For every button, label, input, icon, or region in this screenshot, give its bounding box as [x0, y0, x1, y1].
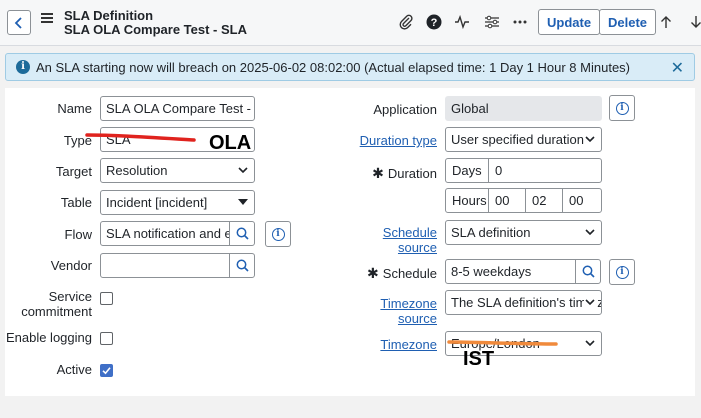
active-checkbox[interactable] — [100, 364, 113, 377]
info-icon: i — [271, 227, 285, 241]
target-value: Resolution — [106, 163, 168, 178]
delete-button[interactable]: Delete — [599, 9, 657, 35]
flow-label: Flow — [64, 227, 92, 242]
search-icon — [236, 259, 249, 272]
schedule-source-label[interactable]: Schedule source — [383, 225, 437, 255]
timezone-source-select[interactable]: The SLA definition's time z — [445, 290, 602, 315]
vendor-label: Vendor — [50, 258, 92, 273]
timezone-source-label[interactable]: Timezone source — [380, 296, 437, 326]
duration-label-text: Duration — [387, 166, 437, 181]
mandatory-icon: ✱ — [367, 265, 379, 281]
days-field[interactable]: 0 — [488, 158, 602, 183]
chevron-left-icon — [14, 16, 22, 29]
target-select[interactable]: Resolution — [100, 158, 255, 183]
alert-message: An SLA starting now will breach on 2025-… — [36, 60, 631, 75]
duration-type-label[interactable]: Duration type — [360, 133, 437, 148]
table-select[interactable]: Incident [incident] — [100, 190, 255, 215]
flow-info-button[interactable]: i — [265, 221, 291, 247]
form-header: SLA Definition SLA OLA Compare Test - SL… — [0, 0, 701, 46]
back-button[interactable] — [7, 10, 31, 35]
timezone-label[interactable]: Timezone — [380, 337, 437, 352]
schedule-value: 8-5 weekdays — [451, 264, 532, 279]
info-icon: i — [615, 101, 629, 115]
chevron-down-icon — [585, 136, 595, 143]
arrow-down-icon[interactable] — [686, 12, 701, 32]
chevron-down-icon — [585, 340, 595, 347]
timezone-source-label-line2: source — [397, 311, 437, 326]
search-icon — [236, 227, 249, 240]
page-footer — [0, 400, 701, 418]
seconds-field[interactable]: 00 — [562, 188, 602, 213]
name-label: Name — [57, 101, 92, 116]
schedule-field[interactable]: 8-5 weekdays — [445, 259, 576, 284]
arrow-up-icon[interactable] — [656, 12, 676, 32]
svg-text:?: ? — [431, 17, 438, 29]
table-label: Table — [60, 195, 92, 210]
schedule-source-select[interactable]: SLA definition — [445, 220, 602, 245]
hamburger-icon[interactable] — [41, 13, 53, 23]
service-commitment-label: Service commitment — [21, 289, 92, 319]
vendor-lookup-button[interactable] — [229, 253, 255, 278]
info-icon: i — [16, 60, 30, 74]
active-label: Active — [56, 362, 92, 377]
name-value: SLA OLA Compare Test - SLA — [106, 101, 254, 116]
chevron-down-icon — [584, 296, 596, 308]
duration-label: ✱ Duration — [372, 165, 437, 182]
flow-value: SLA notification and esc — [106, 226, 231, 241]
form-table-title: SLA Definition — [64, 8, 154, 23]
schedule-info-button[interactable]: i — [609, 259, 635, 285]
enable-logging-checkbox[interactable] — [100, 332, 113, 345]
flow-lookup-button[interactable] — [229, 221, 255, 246]
caret-down-icon — [238, 199, 248, 205]
hours-label: Hours — [445, 188, 489, 213]
enable-logging-label: Enable logging — [5, 330, 92, 345]
chevron-down-icon — [238, 167, 248, 174]
application-info-button[interactable]: i — [609, 95, 635, 121]
search-icon — [582, 265, 595, 278]
pulse-icon[interactable] — [452, 12, 472, 32]
ist-annotation: IST — [463, 348, 495, 370]
schedule-label-text: Schedule — [382, 266, 437, 281]
schedule-lookup-button[interactable] — [575, 259, 601, 284]
service-commitment-label-line1: Service — [48, 289, 92, 304]
ellipsis-icon[interactable] — [510, 12, 530, 32]
target-label: Target — [55, 164, 92, 179]
breach-alert: i An SLA starting now will breach on 202… — [5, 53, 695, 81]
duration-type-select[interactable]: User specified duration — [445, 127, 602, 152]
service-commitment-label-line2: commitment — [21, 304, 92, 319]
schedule-source-value: SLA definition — [451, 225, 531, 240]
timezone-source-value: The SLA definition's time z — [451, 295, 602, 310]
mandatory-icon: ✱ — [372, 165, 384, 181]
chevron-down-icon — [585, 229, 595, 236]
red-strike-annotation — [85, 133, 196, 142]
application-value: Global — [451, 101, 489, 116]
question-icon[interactable]: ? — [424, 12, 444, 32]
days-label: Days — [445, 158, 489, 183]
form-record-title: SLA OLA Compare Test - SLA — [64, 22, 247, 37]
sliders-icon[interactable] — [482, 12, 502, 32]
service-commitment-checkbox[interactable] — [100, 292, 113, 305]
close-icon[interactable]: ✕ — [671, 58, 684, 78]
update-button[interactable]: Update — [538, 9, 601, 35]
schedule-source-label-line2: source — [397, 240, 437, 255]
checkmark-icon — [102, 367, 111, 375]
application-field: Global — [445, 96, 602, 121]
vendor-field[interactable] — [100, 253, 231, 278]
flow-field[interactable]: SLA notification and esc — [100, 221, 231, 246]
application-label: Application — [373, 102, 437, 117]
table-value: Incident [incident] — [106, 195, 208, 210]
schedule-label: ✱ Schedule — [367, 265, 437, 282]
ola-annotation: OLA — [209, 132, 252, 154]
name-field[interactable]: SLA OLA Compare Test - SLA — [100, 96, 255, 121]
timezone-source-label-line1: Timezone — [380, 296, 437, 311]
info-icon: i — [615, 265, 629, 279]
hours-field[interactable]: 00 — [488, 188, 526, 213]
duration-type-value: User specified duration — [451, 132, 584, 147]
minutes-field[interactable]: 02 — [525, 188, 563, 213]
paperclip-icon[interactable] — [396, 12, 416, 32]
schedule-source-label-line1: Schedule — [382, 225, 437, 240]
